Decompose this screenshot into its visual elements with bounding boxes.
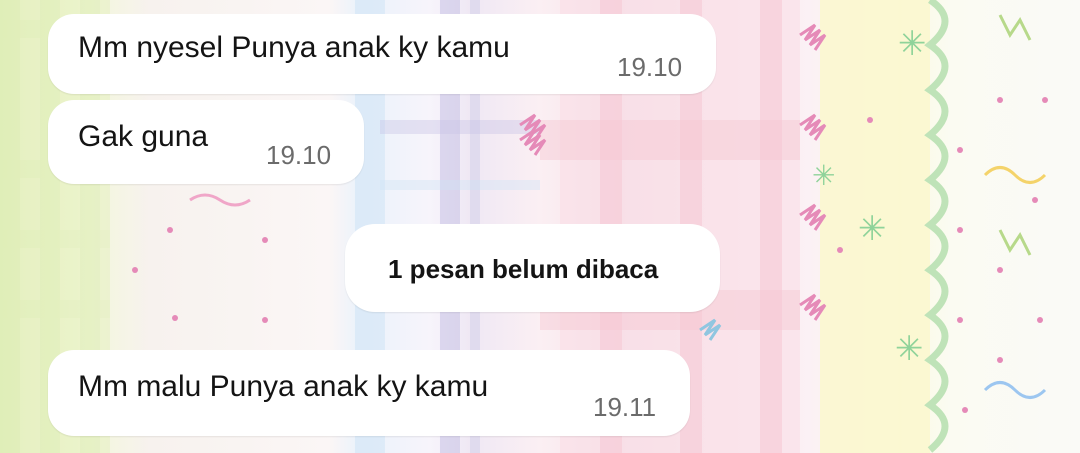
message-text: Mm malu Punya anak ky kamu: [78, 370, 489, 403]
chat-message-list[interactable]: Mm nyesel Punya anak ky kamu 19.10 Gak g…: [0, 0, 1080, 453]
unread-indicator-label: 1 pesan belum dibaca: [388, 254, 659, 284]
incoming-message-bubble[interactable]: Mm malu Punya anak ky kamu 19.11: [48, 350, 690, 436]
incoming-message-bubble[interactable]: Mm nyesel Punya anak ky kamu 19.10: [48, 14, 716, 94]
incoming-message-bubble[interactable]: Gak guna 19.10: [48, 100, 364, 184]
message-timestamp: 19.11: [593, 392, 657, 422]
message-text: Gak guna: [78, 120, 209, 153]
unread-messages-indicator: 1 pesan belum dibaca: [345, 224, 720, 312]
message-text: Mm nyesel Punya anak ky kamu: [78, 31, 510, 64]
message-timestamp: 19.10: [266, 140, 332, 170]
message-timestamp: 19.10: [617, 52, 683, 82]
